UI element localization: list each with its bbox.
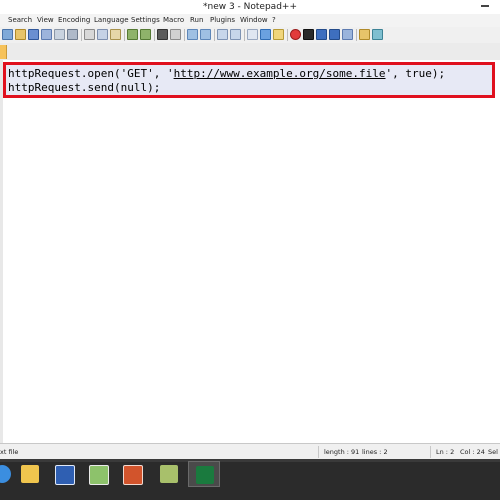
undo-icon[interactable] xyxy=(127,29,138,40)
line-number-gutter xyxy=(0,60,3,443)
word-icon xyxy=(55,465,75,485)
cut-icon[interactable] xyxy=(84,29,95,40)
indent-guide-icon[interactable] xyxy=(273,29,284,40)
powerpoint-icon xyxy=(123,465,143,485)
status-bar: xt file length : 91 lines : 2 Ln : 2 Col… xyxy=(0,443,500,460)
close-icon[interactable] xyxy=(54,29,65,40)
status-length: length : 91 xyxy=(324,448,360,456)
editor-area[interactable]: httpRequest.open('GET', 'http://www.exam… xyxy=(0,60,500,443)
minimize-button[interactable] xyxy=(478,0,492,10)
toolbar-separator xyxy=(287,29,288,41)
status-lines: lines : 2 xyxy=(362,448,388,456)
word-wrap-icon[interactable] xyxy=(247,29,258,40)
menu-settings[interactable]: Settings xyxy=(131,16,160,24)
code-url: http://www.example.org/some.file xyxy=(173,67,386,80)
status-file-type: xt file xyxy=(0,448,19,456)
redo-icon[interactable] xyxy=(140,29,151,40)
tab-new-3[interactable] xyxy=(0,45,7,59)
menu-bar: Search View Encoding Language Settings M… xyxy=(0,14,500,27)
show-all-chars-icon[interactable] xyxy=(260,29,271,40)
code-line-1[interactable]: httpRequest.open('GET', 'http://www.exam… xyxy=(8,67,446,81)
taskbar-powerpoint[interactable] xyxy=(116,461,148,487)
image-icon xyxy=(160,465,178,483)
sync-scroll-h-icon[interactable] xyxy=(230,29,241,40)
toolbar-separator xyxy=(124,29,125,41)
taskbar-image-app[interactable] xyxy=(153,461,185,487)
menu-encoding[interactable]: Encoding xyxy=(58,16,90,24)
toolbar-separator xyxy=(154,29,155,41)
folder-icon[interactable] xyxy=(359,29,370,40)
print-icon[interactable] xyxy=(67,29,78,40)
zoom-out-icon[interactable] xyxy=(200,29,211,40)
toolbar-separator xyxy=(244,29,245,41)
taskbar-word[interactable] xyxy=(48,461,80,487)
play-multiple-icon[interactable] xyxy=(329,29,340,40)
menu-macro[interactable]: Macro xyxy=(163,16,184,24)
save-all-icon[interactable] xyxy=(41,29,52,40)
sync-scroll-v-icon[interactable] xyxy=(217,29,228,40)
taskbar-file-explorer[interactable] xyxy=(14,461,46,487)
toolbar xyxy=(0,27,500,44)
toolbar-separator xyxy=(356,29,357,41)
toolbar-separator xyxy=(214,29,215,41)
record-macro-icon[interactable] xyxy=(290,29,301,40)
save-macro-icon[interactable] xyxy=(342,29,353,40)
highlighted-code-block: httpRequest.open('GET', 'http://www.exam… xyxy=(3,62,495,98)
taskbar-notepadpp[interactable] xyxy=(82,461,114,487)
spell-check-icon[interactable] xyxy=(372,29,383,40)
toolbar-separator xyxy=(184,29,185,41)
ie-icon xyxy=(0,465,11,483)
title-bar: *new 3 - Notepad++ xyxy=(0,0,500,14)
copy-icon[interactable] xyxy=(97,29,108,40)
menu-window[interactable]: Window xyxy=(240,16,268,24)
menu-run[interactable]: Run xyxy=(190,16,203,24)
window-title: *new 3 - Notepad++ xyxy=(203,2,297,12)
menu-view[interactable]: View xyxy=(37,16,54,24)
status-sel: Sel : 0 xyxy=(488,448,500,456)
status-divider xyxy=(430,446,431,458)
code-line-2[interactable]: httpRequest.send(null); xyxy=(8,81,160,95)
code-open-suffix: ', true); xyxy=(385,67,446,80)
status-divider xyxy=(318,446,319,458)
toolbar-separator xyxy=(81,29,82,41)
tab-strip xyxy=(0,43,500,60)
status-col: Col : 24 xyxy=(460,448,485,456)
new-file-icon[interactable] xyxy=(2,29,13,40)
taskbar-camtasia[interactable] xyxy=(188,461,220,487)
menu-plugins[interactable]: Plugins xyxy=(210,16,235,24)
menu-language[interactable]: Language xyxy=(94,16,129,24)
taskbar xyxy=(0,459,500,500)
menu-help[interactable]: ? xyxy=(272,16,276,24)
notepadpp-icon xyxy=(89,465,109,485)
play-macro-icon[interactable] xyxy=(316,29,327,40)
open-file-icon[interactable] xyxy=(15,29,26,40)
camtasia-icon xyxy=(196,466,214,484)
stop-macro-icon[interactable] xyxy=(303,29,314,40)
save-icon[interactable] xyxy=(28,29,39,40)
status-ln: Ln : 2 xyxy=(436,448,455,456)
find-icon[interactable] xyxy=(157,29,168,40)
zoom-in-icon[interactable] xyxy=(187,29,198,40)
paste-icon[interactable] xyxy=(110,29,121,40)
file-explorer-icon xyxy=(21,465,39,483)
menu-search[interactable]: Search xyxy=(8,16,32,24)
replace-icon[interactable] xyxy=(170,29,181,40)
code-open-prefix: httpRequest.open('GET', ' xyxy=(8,67,174,80)
